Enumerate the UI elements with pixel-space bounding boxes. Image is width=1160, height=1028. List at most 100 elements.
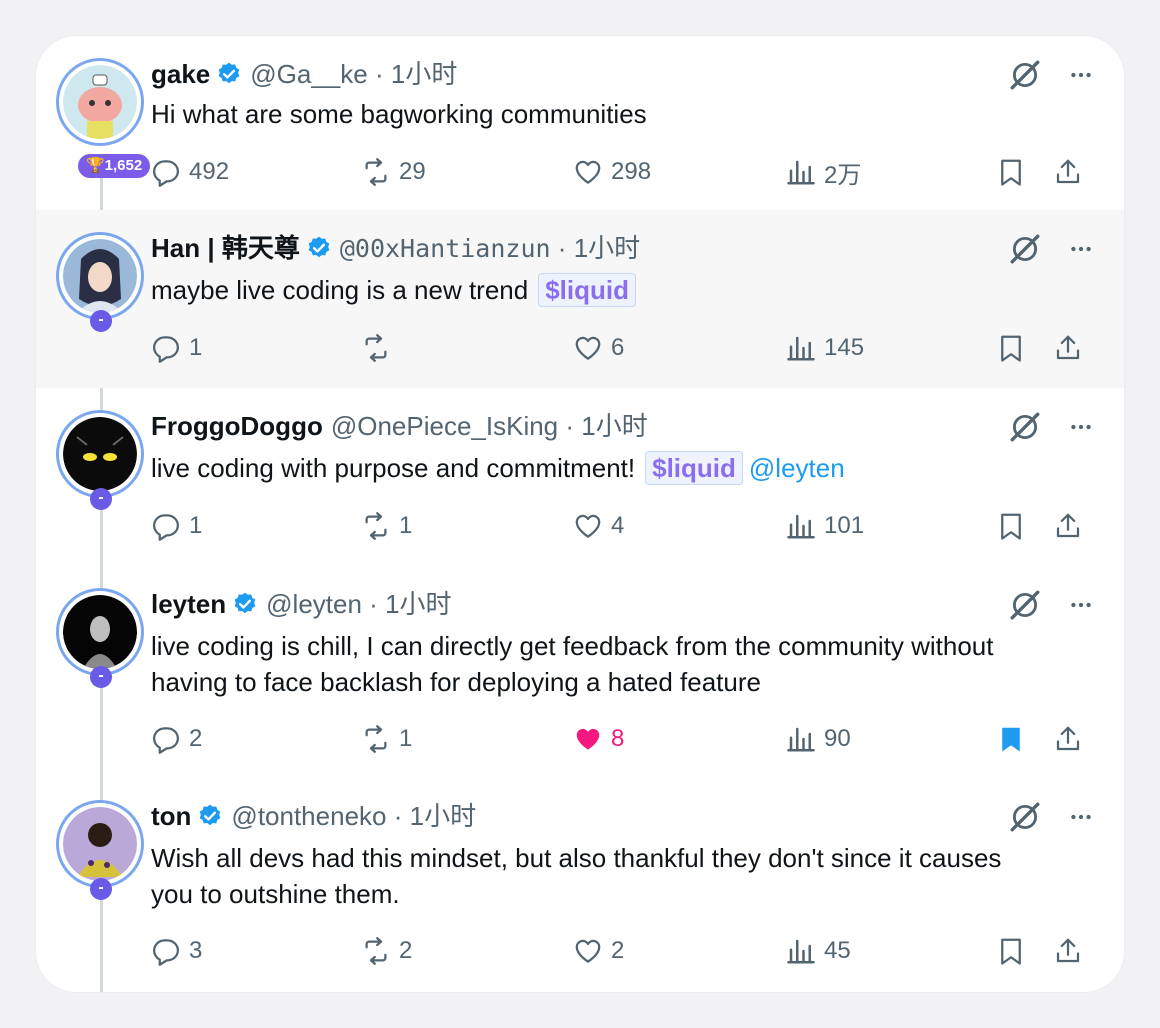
like-icon [573, 333, 603, 363]
grok-icon[interactable] [1008, 410, 1042, 444]
like-count: 298 [611, 158, 652, 185]
grok-icon[interactable] [1008, 588, 1042, 622]
tweet-froggodoggo[interactable]: - FroggoDoggo @OnePiece_IsKing · 1小时 live… [36, 388, 1124, 566]
like-button[interactable]: 6 [573, 330, 624, 366]
avatar[interactable]: - [56, 410, 144, 510]
tweet-header: ton @tontheneko · 1小时 [151, 801, 477, 831]
timestamp[interactable]: 1小时 [574, 233, 640, 263]
handle[interactable]: @00xHantianzun [340, 234, 551, 263]
share-button[interactable] [1053, 933, 1083, 969]
verified-icon [216, 61, 242, 87]
grok-icon[interactable] [1008, 232, 1042, 266]
grok-icon[interactable] [1008, 58, 1042, 92]
timestamp[interactable]: 1小时 [385, 589, 451, 619]
tweet-text: live coding with purpose and commitment!… [151, 451, 845, 485]
like-button[interactable]: 8 [573, 721, 624, 757]
tweet-ton[interactable]: - ton @tontheneko · 1小时 Wish all devs had… [36, 778, 1124, 992]
views-button[interactable]: 145 [786, 330, 864, 366]
repost-icon [361, 724, 391, 754]
avatar-image [63, 417, 137, 491]
verified-icon [306, 235, 332, 261]
view-count: 2万 [824, 161, 862, 189]
share-button[interactable] [1053, 330, 1083, 366]
share-button[interactable] [1053, 508, 1083, 544]
tweet-leyten[interactable]: - leyten @leyten · 1小时 live coding is chi… [36, 566, 1124, 778]
bookmark-icon [996, 936, 1026, 966]
repost-button[interactable]: 1 [361, 508, 412, 544]
like-button[interactable]: 298 [573, 154, 651, 190]
share-icon [1053, 157, 1083, 187]
like-count: 6 [611, 334, 625, 361]
views-button[interactable]: 2万 [786, 154, 861, 190]
tweet-text: Hi what are some bagworking communities [151, 99, 647, 129]
tweet-han[interactable]: - Han | 韩天尊 @00xHantianzun · 1小时 maybe li… [36, 210, 1124, 388]
bookmark-button[interactable] [996, 330, 1026, 366]
display-name[interactable]: leyten [151, 589, 226, 619]
bookmark-button[interactable] [996, 154, 1026, 190]
avatar[interactable]: - [56, 588, 144, 688]
display-name[interactable]: gake [151, 59, 210, 89]
bookmark-button[interactable] [996, 721, 1026, 757]
reply-button[interactable]: 1 [151, 330, 202, 366]
display-name[interactable]: Han | 韩天尊 [151, 233, 300, 263]
repost-count: 1 [399, 512, 413, 539]
display-name[interactable]: ton [151, 801, 191, 831]
reply-button[interactable]: 492 [151, 154, 229, 190]
like-count: 4 [611, 512, 625, 539]
action-bar: 1 1 4 101 [151, 508, 1086, 544]
handle[interactable]: @Ga__ke [250, 59, 367, 89]
reply-button[interactable]: 2 [151, 721, 202, 757]
repost-button[interactable] [361, 330, 399, 366]
more-icon[interactable] [1068, 414, 1094, 440]
repost-button[interactable]: 1 [361, 721, 412, 757]
reply-count: 1 [189, 334, 203, 361]
timestamp[interactable]: 1小时 [581, 411, 647, 441]
repost-icon [361, 936, 391, 966]
display-name[interactable]: FroggoDoggo [151, 411, 323, 441]
more-icon[interactable] [1068, 804, 1094, 830]
verified-icon [197, 803, 223, 829]
avatar-image [63, 807, 137, 881]
bookmark-icon [996, 724, 1026, 754]
share-icon [1053, 333, 1083, 363]
handle[interactable]: @tontheneko [231, 801, 386, 831]
reply-count: 2 [189, 725, 203, 752]
handle[interactable]: @OnePiece_IsKing [331, 411, 558, 441]
avatar[interactable]: - [56, 800, 144, 900]
like-count: 8 [611, 725, 625, 752]
verified-icon [232, 591, 258, 617]
timestamp[interactable]: 1小时 [410, 801, 476, 831]
repost-count: 2 [399, 937, 413, 964]
cashtag-link[interactable]: $liquid [538, 273, 636, 307]
share-button[interactable] [1053, 154, 1083, 190]
share-button[interactable] [1053, 721, 1083, 757]
reply-button[interactable]: 1 [151, 508, 202, 544]
bookmark-button[interactable] [996, 508, 1026, 544]
more-icon[interactable] [1068, 592, 1094, 618]
like-button[interactable]: 4 [573, 508, 624, 544]
views-button[interactable]: 101 [786, 508, 864, 544]
reply-icon [151, 333, 181, 363]
cashtag-link[interactable]: $liquid [645, 451, 743, 485]
mention-link[interactable]: @leyten [749, 453, 845, 483]
views-button[interactable]: 45 [786, 933, 851, 969]
more-icon[interactable] [1068, 62, 1094, 88]
view-count: 101 [824, 512, 865, 539]
timestamp[interactable]: 1小时 [391, 59, 457, 89]
avatar[interactable]: 🏆1,652 [56, 58, 151, 178]
share-icon [1053, 511, 1083, 541]
views-button[interactable]: 90 [786, 721, 851, 757]
repost-button[interactable]: 2 [361, 933, 412, 969]
view-count: 45 [824, 937, 851, 964]
reply-button[interactable]: 3 [151, 933, 202, 969]
more-icon[interactable] [1068, 236, 1094, 262]
avatar[interactable]: - [56, 232, 144, 332]
grok-icon[interactable] [1008, 800, 1042, 834]
handle[interactable]: @leyten [266, 589, 362, 619]
bookmark-button[interactable] [996, 933, 1026, 969]
reply-count: 1 [189, 512, 203, 539]
action-bar: 2 1 8 90 [151, 721, 1086, 757]
repost-button[interactable]: 29 [361, 154, 426, 190]
like-button[interactable]: 2 [573, 933, 624, 969]
tweet-gake[interactable]: 🏆1,652 gake @Ga__ke · 1小时 Hi what are som… [36, 36, 1124, 210]
